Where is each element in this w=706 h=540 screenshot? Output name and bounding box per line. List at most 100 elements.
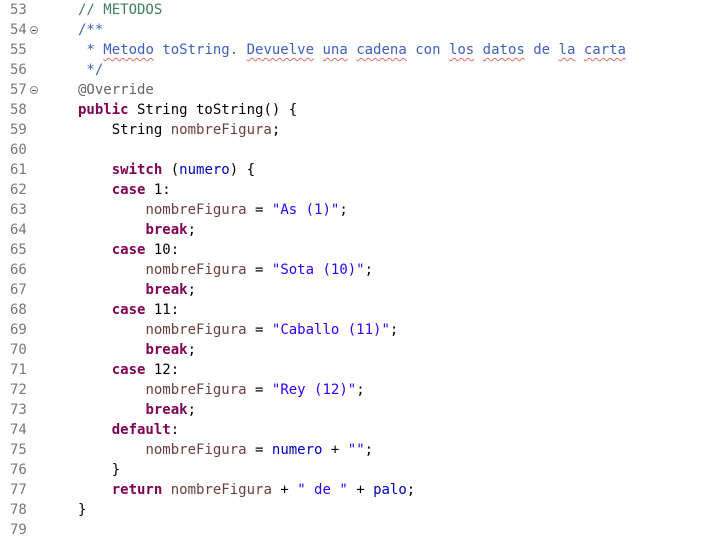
- comment-token: // METODOS: [78, 2, 163, 18]
- spell-word: Metodo: [103, 42, 154, 58]
- code-line[interactable]: 53 // METODOS: [0, 0, 706, 20]
- code-text[interactable]: * Metodo toString. Devuelve una cadena c…: [78, 40, 626, 60]
- code-line[interactable]: 59 String nombreFigura;: [0, 120, 706, 140]
- code-text[interactable]: break;: [78, 400, 196, 420]
- keyword-token: case: [111, 182, 146, 198]
- code-text[interactable]: nombreFigura = "Sota (10)";: [78, 260, 373, 280]
- keyword-token: break: [145, 222, 188, 238]
- code-text[interactable]: nombreFigura = "Caballo (11)";: [78, 320, 398, 340]
- javadoc-star: *: [78, 42, 104, 58]
- local-variable-token: nombreFigura: [170, 122, 272, 138]
- line-number: 62: [10, 182, 27, 198]
- code-line[interactable]: 79: [0, 520, 706, 540]
- line-number: 61: [10, 162, 27, 178]
- code-line[interactable]: 71 case 12:: [0, 360, 706, 380]
- line-number: 71: [10, 362, 27, 378]
- line-number: 65: [10, 242, 27, 258]
- code-text[interactable]: @Override: [78, 80, 154, 100]
- code-text[interactable]: String nombreFigura;: [78, 120, 281, 140]
- line-number: 63: [10, 202, 27, 218]
- code-line[interactable]: 55 * Metodo toString. Devuelve una caden…: [0, 40, 706, 60]
- line-number: 72: [10, 382, 27, 398]
- code-text[interactable]: default:: [78, 420, 179, 440]
- string-token: "As (1)": [271, 202, 340, 218]
- code-line[interactable]: 57 @Override: [0, 80, 706, 100]
- code-line[interactable]: 76 }: [0, 460, 706, 480]
- code-line[interactable]: 63 nombreFigura = "As (1)";: [0, 200, 706, 220]
- local-variable-token: nombreFigura: [145, 322, 247, 338]
- code-editor[interactable]: 53 // METODOS 54 /** 55 * Metodo toStrin…: [0, 0, 706, 538]
- field-token: numero: [179, 162, 230, 178]
- code-line[interactable]: 75 nombreFigura = numero + "";: [0, 440, 706, 460]
- keyword-token: default: [111, 422, 171, 438]
- code-text[interactable]: break;: [78, 340, 196, 360]
- code-text[interactable]: // METODOS: [78, 0, 162, 20]
- local-variable-token: nombreFigura: [145, 382, 247, 398]
- code-text[interactable]: }: [78, 460, 120, 480]
- code-text[interactable]: case 11:: [78, 300, 179, 320]
- code-line[interactable]: 73 break;: [0, 400, 706, 420]
- field-token: palo: [373, 482, 407, 498]
- code-line[interactable]: 69 nombreFigura = "Caballo (11)";: [0, 320, 706, 340]
- line-number: 53: [10, 2, 27, 18]
- code-line[interactable]: 78 }: [0, 500, 706, 520]
- line-number: 69: [10, 322, 27, 338]
- fold-collapse-icon[interactable]: [30, 86, 38, 94]
- line-number: 74: [10, 422, 27, 438]
- code-text[interactable]: /**: [78, 20, 103, 40]
- keyword-token: case: [111, 302, 146, 318]
- local-variable-token: nombreFigura: [145, 262, 247, 278]
- code-line[interactable]: 72 nombreFigura = "Rey (12)";: [0, 380, 706, 400]
- local-variable-token: nombreFigura: [145, 202, 247, 218]
- line-number: 77: [10, 482, 27, 498]
- code-text[interactable]: nombreFigura = "Rey (12)";: [78, 380, 364, 400]
- code-line[interactable]: 60: [0, 140, 706, 160]
- code-text[interactable]: nombreFigura = "As (1)";: [78, 200, 347, 220]
- code-text[interactable]: nombreFigura = numero + "";: [78, 440, 373, 460]
- code-line[interactable]: 68 case 11:: [0, 300, 706, 320]
- string-token: " de ": [297, 482, 348, 498]
- code-line[interactable]: 54 /**: [0, 20, 706, 40]
- keyword-token: break: [145, 402, 188, 418]
- code-line[interactable]: 67 break;: [0, 280, 706, 300]
- code-line[interactable]: 56 */: [0, 60, 706, 80]
- code-text[interactable]: */: [78, 60, 103, 80]
- code-text[interactable]: break;: [78, 220, 196, 240]
- code-text[interactable]: case 1:: [78, 180, 171, 200]
- keyword-token: break: [145, 282, 188, 298]
- code-text[interactable]: }: [78, 500, 86, 520]
- line-number: 59: [10, 122, 27, 138]
- code-line[interactable]: 58 public String toString() {: [0, 100, 706, 120]
- spell-word: Devuelve: [246, 42, 315, 58]
- fold-collapse-icon[interactable]: [30, 26, 38, 34]
- line-number: 66: [10, 262, 27, 278]
- code-text[interactable]: switch (numero) {: [78, 160, 255, 180]
- line-number: 78: [10, 502, 27, 518]
- code-line[interactable]: 61 switch (numero) {: [0, 160, 706, 180]
- code-line[interactable]: 77 return nombreFigura + " de " + palo;: [0, 480, 706, 500]
- code-text[interactable]: break;: [78, 280, 196, 300]
- javadoc-token: * Metodo toString. Devuelve una cadena c…: [78, 42, 626, 58]
- code-line[interactable]: 62 case 1:: [0, 180, 706, 200]
- spell-word: los: [448, 42, 475, 58]
- spell-word: datos: [482, 42, 525, 58]
- string-token: "Caballo (11)": [271, 322, 390, 338]
- code-line[interactable]: 64 break;: [0, 220, 706, 240]
- code-line[interactable]: 65 case 10:: [0, 240, 706, 260]
- code-text[interactable]: public String toString() {: [78, 100, 297, 120]
- code-line[interactable]: 74 default:: [0, 420, 706, 440]
- keyword-token: case: [111, 362, 146, 378]
- keyword-token: switch: [111, 162, 163, 178]
- keyword-token: case: [111, 242, 146, 258]
- code-line[interactable]: 70 break;: [0, 340, 706, 360]
- code-line[interactable]: 66 nombreFigura = "Sota (10)";: [0, 260, 706, 280]
- spell-word: una: [322, 42, 348, 58]
- keyword-token: break: [145, 342, 188, 358]
- string-token: "": [347, 442, 365, 458]
- string-token: "Rey (12)": [271, 382, 357, 398]
- code-text[interactable]: return nombreFigura + " de " + palo;: [78, 480, 416, 500]
- code-text[interactable]: case 10:: [78, 240, 179, 260]
- annotation-token: @Override: [78, 82, 154, 98]
- javadoc-token: */: [78, 62, 104, 78]
- code-text[interactable]: case 12:: [78, 360, 179, 380]
